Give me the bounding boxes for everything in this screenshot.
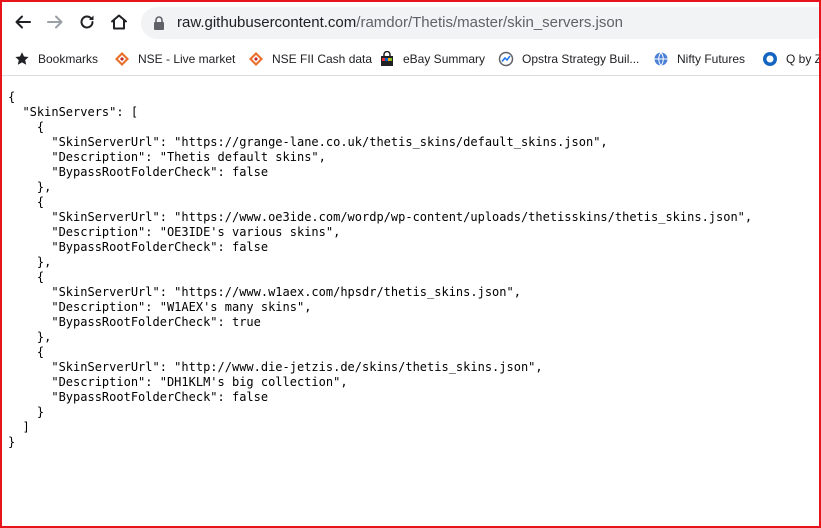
home-button[interactable] [106, 9, 132, 35]
star-icon [15, 52, 29, 65]
home-icon [111, 14, 127, 30]
back-button[interactable] [10, 9, 36, 35]
bookmark-label: Q by Z [786, 52, 821, 66]
bookmark-q-by-z[interactable]: Q by Z [762, 49, 821, 69]
bookmark-label: Nifty Futures [677, 52, 746, 66]
bookmark-nse-fii-cash-data[interactable]: NSE FII Cash data [248, 49, 372, 69]
reload-icon [80, 15, 94, 29]
reload-button[interactable] [74, 9, 100, 35]
bookmark-label: Opstra Strategy Buil... [522, 52, 640, 66]
bookmark-label: Bookmarks [38, 52, 99, 66]
bookmark-label: eBay Summary [403, 52, 486, 66]
bookmarks-menu[interactable]: Bookmarks [14, 49, 98, 69]
nse-logo-icon [249, 52, 263, 66]
browser-toolbar: raw.githubusercontent.com/ramdor/Thetis/… [2, 2, 821, 42]
q-logo-icon [763, 52, 777, 66]
bookmark-nifty-futures[interactable]: Nifty Futures [653, 49, 745, 69]
url-host: raw.githubusercontent.com [177, 14, 357, 31]
url-text[interactable]: raw.githubusercontent.com/ramdor/Thetis/… [177, 14, 623, 31]
bookmark-opstra-strategy[interactable]: Opstra Strategy Buil... [498, 49, 639, 69]
bookmark-ebay-summary[interactable]: eBay Summary [379, 49, 485, 69]
bookmark-nse-live-market[interactable]: NSE - Live market [114, 49, 235, 69]
bookmarks-bar: Bookmarks NSE - Live market NSE FII Cash… [2, 43, 821, 76]
globe-icon [654, 52, 668, 66]
shopping-bag-icon [381, 51, 393, 66]
address-bar[interactable]: raw.githubusercontent.com/ramdor/Thetis/… [141, 7, 821, 39]
bookmark-label: NSE FII Cash data [272, 52, 373, 66]
arrow-right-icon [47, 15, 63, 29]
json-document-content: { "SkinServers": [ { "SkinServerUrl": "h… [8, 90, 753, 449]
nse-logo-icon [115, 52, 129, 66]
lock-icon [154, 16, 164, 30]
url-path: /ramdor/Thetis/master/skin_servers.json [356, 14, 624, 31]
arrow-left-icon [15, 15, 31, 29]
forward-button[interactable] [42, 9, 68, 35]
opstra-logo-icon [498, 51, 514, 67]
bookmark-label: NSE - Live market [138, 52, 236, 66]
